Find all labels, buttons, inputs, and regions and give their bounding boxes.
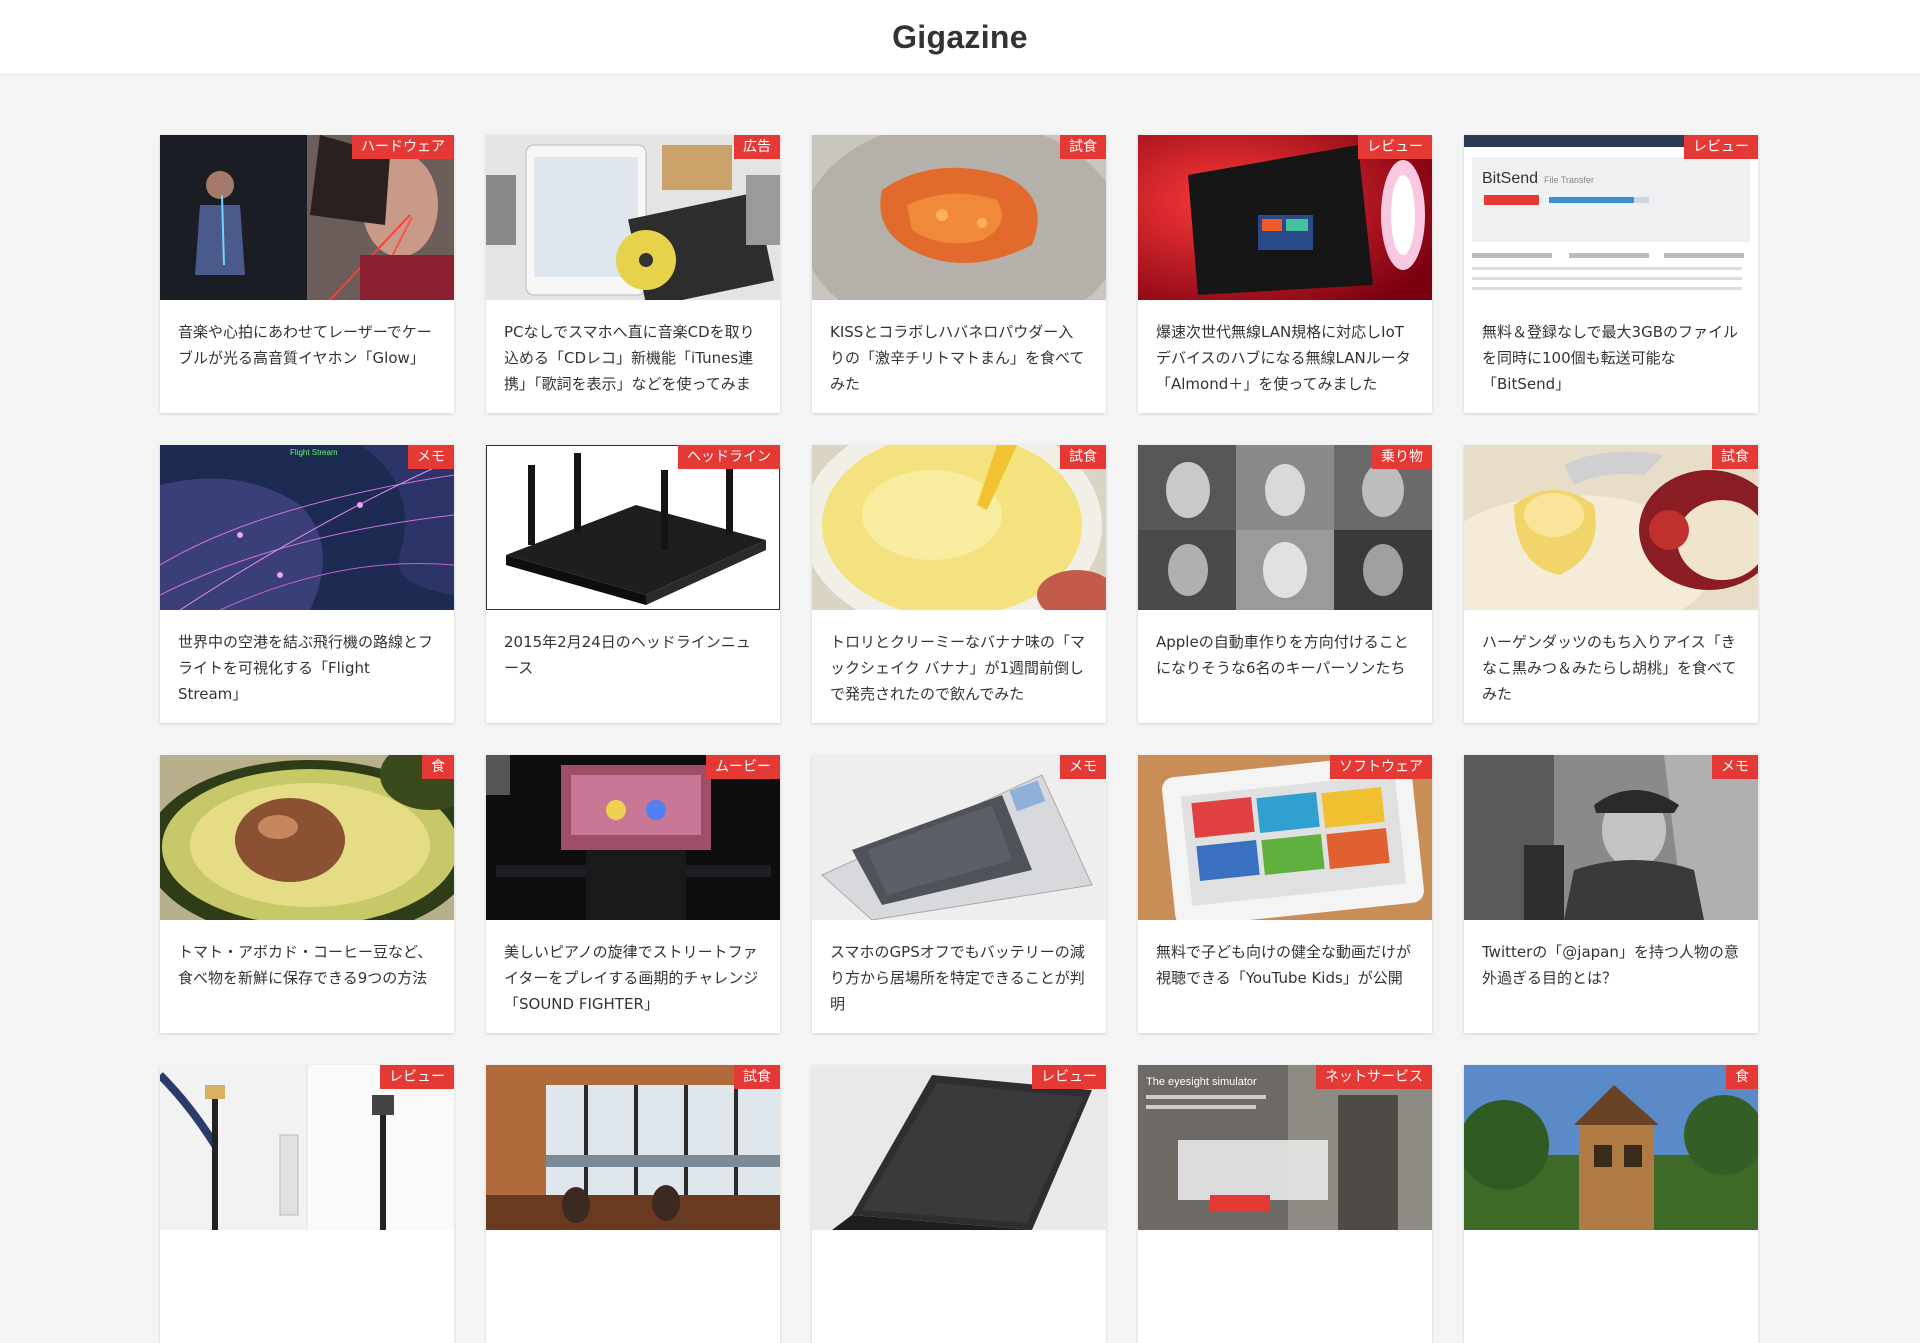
article-title[interactable]: PCなしでスマホへ直に音楽CDを取り込める「CDレコ」新機能「iTunes連携」… <box>486 300 780 397</box>
category-badge[interactable]: 食 <box>422 755 454 779</box>
article-card[interactable]: レビュー <box>812 1065 1106 1343</box>
article-thumbnail-cafe: 試食 <box>486 1065 780 1230</box>
category-badge[interactable]: メモ <box>1060 755 1106 779</box>
article-card[interactable]: メモ Twitterの「@japan」を持つ人物の意外過ぎる目的とは？ <box>1464 755 1758 1033</box>
site-header: Gigazine <box>0 0 1920 75</box>
article-thumbnail-smartphone-battery: メモ <box>812 755 1106 920</box>
category-badge[interactable]: 食 <box>1726 1065 1758 1089</box>
article-card[interactable]: The eyesight simulator ネットサービス <box>1138 1065 1432 1343</box>
article-grid: ハードウェア 音楽や心拍にあわせてレーザーでケーブルが光る高音質イヤホン「Glo… <box>160 135 1758 1343</box>
article-thumbnail-eyesight-simulator: The eyesight simulator ネットサービス <box>1138 1065 1432 1230</box>
article-card[interactable]: ヘッドライン 2015年2月24日のヘッドラインニュース <box>486 445 780 723</box>
article-title[interactable]: Twitterの「@japan」を持つ人物の意外過ぎる目的とは？ <box>1464 920 1758 991</box>
article-card[interactable]: レビュー 爆速次世代無線LAN規格に対応しIoTデバイスのハブになる無線LANル… <box>1138 135 1432 413</box>
article-card[interactable]: ムービー 美しいピアノの旋律でストリートファイターをプレイする画期的チャレンジ「… <box>486 755 780 1033</box>
article-thumbnail-flight-stream: Flight Stream メモ <box>160 445 454 610</box>
article-title[interactable] <box>486 1230 780 1249</box>
article-title[interactable] <box>1464 1230 1758 1249</box>
category-badge[interactable]: レビュー <box>1358 135 1432 159</box>
article-title[interactable]: 無料で子ども向けの健全な動画だけが視聴できる「YouTube Kids」が公開 <box>1138 920 1432 991</box>
eyesight-heading-text: The eyesight simulator <box>1146 1076 1257 1088</box>
article-thumbnail-bitsend: BitSend File Transfer レビュー <box>1464 135 1758 300</box>
article-card[interactable]: 食 <box>1464 1065 1758 1343</box>
article-thumbnail-selfie-stick: レビュー <box>160 1065 454 1230</box>
category-badge[interactable]: レビュー <box>1032 1065 1106 1089</box>
article-title[interactable]: 美しいピアノの旋律でストリートファイターをプレイする画期的チャレンジ「SOUND… <box>486 920 780 1017</box>
category-badge[interactable]: 乗り物 <box>1372 445 1432 469</box>
category-badge[interactable]: ネットサービス <box>1316 1065 1432 1089</box>
article-card[interactable]: ソフトウェア 無料で子ども向けの健全な動画だけが視聴できる「YouTube Ki… <box>1138 755 1432 1033</box>
article-title[interactable] <box>160 1230 454 1249</box>
article-title[interactable]: 無料＆登録なしで最大3GBのファイルを同時に100個も転送可能な「BitSend… <box>1464 300 1758 397</box>
article-title[interactable]: スマホのGPSオフでもバッテリーの減り方から居場所を特定できることが判明 <box>812 920 1106 1017</box>
category-badge[interactable]: ハードウェア <box>352 135 454 159</box>
category-badge[interactable]: ムービー <box>706 755 780 779</box>
category-badge[interactable]: 試食 <box>734 1065 780 1089</box>
bitsend-brand-text: BitSend <box>1482 170 1538 187</box>
flight-stream-label: Flight Stream <box>290 448 338 457</box>
article-thumbnail-sound-fighter: ムービー <box>486 755 780 920</box>
article-title[interactable]: 音楽や心拍にあわせてレーザーでケーブルが光る高音質イヤホン「Glow」 <box>160 300 454 371</box>
article-thumbnail-avocado: 食 <box>160 755 454 920</box>
article-title[interactable] <box>812 1230 1106 1249</box>
bitsend-subtitle-text: File Transfer <box>1544 175 1594 185</box>
article-thumbnail-twitter-japan: メモ <box>1464 755 1758 920</box>
article-card[interactable]: BitSend File Transfer レビュー 無料＆登録なしで最大3GB… <box>1464 135 1758 413</box>
article-card[interactable]: 試食 ハーゲンダッツのもち入りアイス「きなこ黒みつ＆みたらし胡桃」を食べてみた <box>1464 445 1758 723</box>
article-title[interactable]: ハーゲンダッツのもち入りアイス「きなこ黒みつ＆みたらし胡桃」を食べてみた <box>1464 610 1758 707</box>
article-title[interactable]: トマト・アボカド・コーヒー豆など、食べ物を新鮮に保存できる9つの方法 <box>160 920 454 991</box>
article-thumbnail-cd-reco: 広告 <box>486 135 780 300</box>
category-badge[interactable]: ヘッドライン <box>678 445 780 469</box>
category-badge[interactable]: 試食 <box>1060 135 1106 159</box>
category-badge[interactable]: メモ <box>1712 755 1758 779</box>
article-card[interactable]: メモ スマホのGPSオフでもバッテリーの減り方から居場所を特定できることが判明 <box>812 755 1106 1033</box>
category-badge[interactable]: レビュー <box>380 1065 454 1089</box>
category-badge[interactable]: 試食 <box>1060 445 1106 469</box>
article-thumbnail-almond-router: レビュー <box>1138 135 1432 300</box>
article-card[interactable]: 試食 トロリとクリーミーなバナナ味の「マックシェイク バナナ」が1週間前倒しで発… <box>812 445 1106 723</box>
article-card[interactable]: 広告 PCなしでスマホへ直に音楽CDを取り込める「CDレコ」新機能「iTunes… <box>486 135 780 413</box>
article-title[interactable]: KISSとコラボしハバネロパウダー入りの「激辛チリトマトまん」を食べてみた <box>812 300 1106 397</box>
article-card[interactable]: 試食 KISSとコラボしハバネロパウダー入りの「激辛チリトマトまん」を食べてみた <box>812 135 1106 413</box>
article-thumbnail-apple-key-people: 乗り物 <box>1138 445 1432 610</box>
article-card[interactable]: レビュー <box>160 1065 454 1343</box>
article-title[interactable]: 2015年2月24日のヘッドラインニュース <box>486 610 780 681</box>
article-title[interactable]: 世界中の空港を結ぶ飛行機の路線とフライトを可視化する「Flight Stream… <box>160 610 454 707</box>
article-thumbnail-banana-shake: 試食 <box>812 445 1106 610</box>
article-card[interactable]: 食 トマト・アボカド・コーヒー豆など、食べ物を新鮮に保存できる9つの方法 <box>160 755 454 1033</box>
article-card[interactable]: 試食 <box>486 1065 780 1343</box>
article-card[interactable]: ハードウェア 音楽や心拍にあわせてレーザーでケーブルが光る高音質イヤホン「Glo… <box>160 135 454 413</box>
site-title[interactable]: Gigazine <box>892 19 1028 56</box>
article-title[interactable]: Appleの自動車作りを方向付けることになりそうな6名のキーパーソンたち <box>1138 610 1432 681</box>
article-thumbnail-wooden-hut: 食 <box>1464 1065 1758 1230</box>
article-thumbnail-haagen-dazs: 試食 <box>1464 445 1758 610</box>
article-card[interactable]: 乗り物 Appleの自動車作りを方向付けることになりそうな6名のキーパーソンたち <box>1138 445 1432 723</box>
category-badge[interactable]: 試食 <box>1712 445 1758 469</box>
article-card[interactable]: Flight Stream メモ 世界中の空港を結ぶ飛行機の路線とフライトを可視… <box>160 445 454 723</box>
category-badge[interactable]: ソフトウェア <box>1330 755 1432 779</box>
article-title[interactable]: トロリとクリーミーなバナナ味の「マックシェイク バナナ」が1週間前倒しで発売され… <box>812 610 1106 707</box>
article-thumbnail-chili-tomato-bun: 試食 <box>812 135 1106 300</box>
article-thumbnail-headline-router: ヘッドライン <box>486 445 780 610</box>
article-thumbnail-glow-earphones: ハードウェア <box>160 135 454 300</box>
article-title[interactable] <box>1138 1230 1432 1249</box>
article-title[interactable]: 爆速次世代無線LAN規格に対応しIoTデバイスのハブになる無線LANルータ「Al… <box>1138 300 1432 397</box>
category-badge[interactable]: レビュー <box>1684 135 1758 159</box>
article-thumbnail-vaio-laptop: レビュー <box>812 1065 1106 1230</box>
category-badge[interactable]: メモ <box>408 445 454 469</box>
article-thumbnail-youtube-kids: ソフトウェア <box>1138 755 1432 920</box>
category-badge[interactable]: 広告 <box>734 135 780 159</box>
